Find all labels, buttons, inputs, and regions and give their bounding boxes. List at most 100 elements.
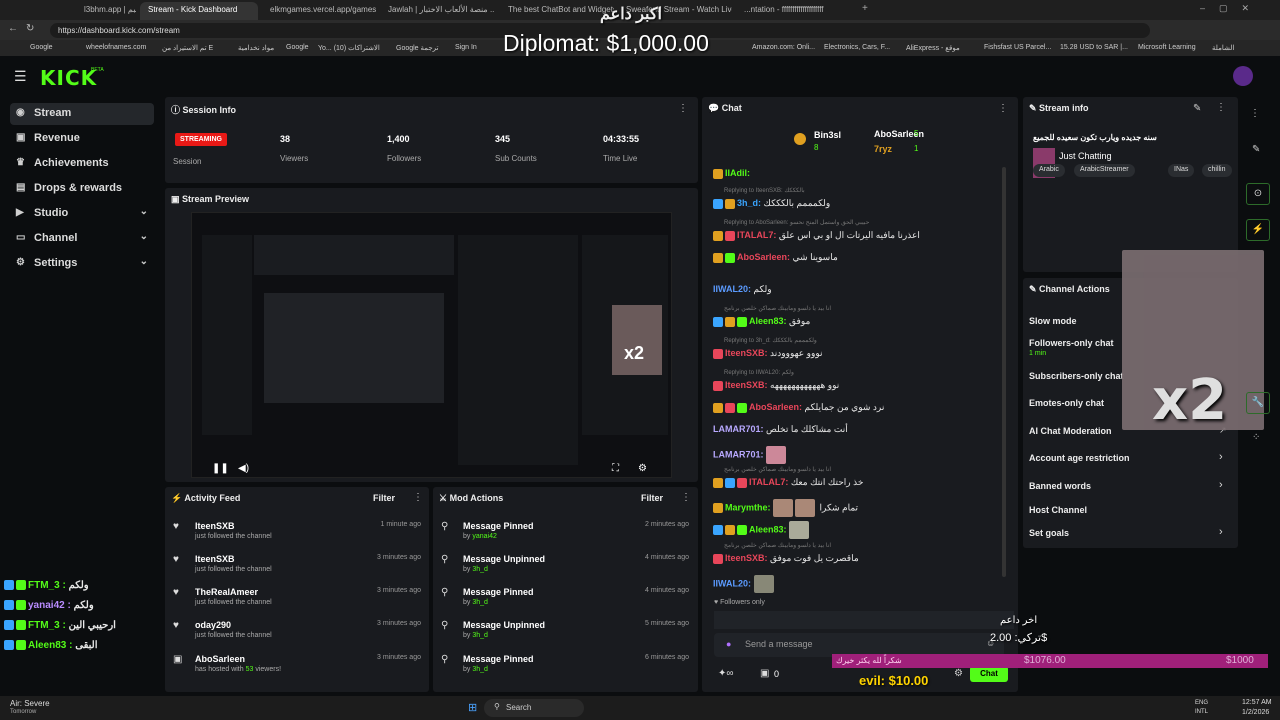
stream-tag[interactable]: INas bbox=[1168, 164, 1195, 177]
stream-tag[interactable]: chillin bbox=[1202, 164, 1232, 177]
browser-tab[interactable]: The best ChatBot and Widgets ... bbox=[500, 2, 614, 20]
sidebar-item-studio[interactable]: ▶ Studio ⌄ bbox=[10, 203, 154, 225]
bookmark[interactable]: مواد نخدامية bbox=[238, 44, 274, 52]
chat-message: IteenSXB: نووو عهووودند bbox=[713, 348, 822, 359]
bookmark[interactable]: تم الاستيراد من E bbox=[162, 44, 213, 52]
bookmark[interactable]: AliExpress - موقع bbox=[906, 44, 960, 52]
host-channel-item[interactable]: Host Channel bbox=[1029, 505, 1087, 515]
stream-tag[interactable]: Arabic bbox=[1033, 164, 1065, 177]
set-goals-item[interactable]: Set goals bbox=[1029, 528, 1069, 538]
sidebar-item-channel[interactable]: ▭ Channel ⌄ bbox=[10, 228, 154, 250]
sidebar-item-revenue[interactable]: ▣ Revenue bbox=[10, 128, 154, 150]
menu-icon[interactable]: ☰ bbox=[14, 68, 27, 85]
weather-label[interactable]: Air: Severe bbox=[10, 699, 50, 708]
slow-mode-item[interactable]: Slow mode bbox=[1029, 316, 1077, 326]
filter-button[interactable]: Filter bbox=[641, 493, 663, 503]
chat-settings-icon[interactable]: ⚙ bbox=[954, 668, 963, 679]
bookmark[interactable]: Electronics, Cars, F... bbox=[824, 44, 890, 51]
overlay-chat-line: Aleen83 : البقى bbox=[4, 640, 98, 651]
windows-icon[interactable]: ⊞ bbox=[468, 701, 477, 714]
bookmark[interactable]: Google bbox=[286, 44, 309, 51]
send-chat-button[interactable]: Chat bbox=[970, 666, 1008, 682]
stream-tag[interactable]: ArabicStreamer bbox=[1074, 164, 1135, 177]
sidebar-item-label: Settings bbox=[34, 257, 78, 269]
ai-moderation-item[interactable]: AI Chat Moderation bbox=[1029, 426, 1112, 436]
more-icon[interactable]: ⋮ bbox=[681, 492, 691, 503]
sub-badge-icon bbox=[713, 553, 723, 564]
pause-icon[interactable]: ❚❚ bbox=[212, 463, 229, 474]
activity-feed-panel: ⚡ Activity Feed Filter ⋮ ♥ IteenSXB just f… bbox=[165, 487, 429, 692]
bookmark[interactable]: Yo... (10) الاشتراكات bbox=[318, 44, 380, 52]
more-icon[interactable]: ⋮ bbox=[998, 103, 1008, 114]
points-icon[interactable]: ✦∞ bbox=[718, 668, 734, 679]
more-icon[interactable]: ⋮ bbox=[678, 103, 688, 114]
list-item: ⚲ Message Pinned by yanai42 2 minutes ago bbox=[441, 521, 689, 540]
sidebar-item-achievements[interactable]: ♛ Achievements bbox=[10, 153, 154, 175]
edit-icon[interactable]: ✎ bbox=[1193, 103, 1201, 114]
sidebar-item-stream[interactable]: ◉ Stream bbox=[10, 103, 154, 125]
wrench-icon[interactable]: 🔧 bbox=[1246, 392, 1270, 414]
bookmark[interactable]: Fishsfast US Parcel... bbox=[984, 44, 1051, 51]
gift-icon[interactable]: ▣ bbox=[760, 668, 769, 679]
new-tab-icon[interactable]: + bbox=[862, 3, 868, 14]
sidebar-item-settings[interactable]: ⚙ Settings ⌄ bbox=[10, 253, 154, 275]
more-icon[interactable]: ⋮ bbox=[413, 492, 423, 503]
bookmark[interactable]: 15.28 USD to SAR |... bbox=[1060, 44, 1128, 51]
bookmark[interactable]: Google bbox=[30, 44, 53, 51]
settings-icon[interactable]: ⚙ bbox=[638, 463, 647, 474]
bookmark[interactable]: Sign In bbox=[455, 44, 477, 51]
lang-label[interactable]: ENG bbox=[1195, 700, 1208, 706]
browser-tab[interactable]: elkmgames.vercel.app/games/wh... bbox=[262, 2, 376, 20]
browser-tab[interactable]: Jawlah | منصة الألعاب الاختبار ... bbox=[380, 2, 494, 20]
kick-logo[interactable]: KICK bbox=[40, 66, 97, 90]
more-icon[interactable]: ⋮ bbox=[1216, 102, 1226, 113]
gift-badge-icon bbox=[16, 580, 26, 591]
avatar[interactable] bbox=[1233, 66, 1253, 86]
emotes-only-item[interactable]: Emotes-only chat bbox=[1029, 398, 1104, 408]
chevron-right-icon[interactable]: › bbox=[1219, 526, 1223, 538]
browser-tab[interactable]: ...ntation - ffffffffffffffffffff bbox=[736, 2, 850, 20]
back-icon[interactable]: ← bbox=[8, 23, 18, 34]
mic-icon[interactable]: ● bbox=[726, 639, 731, 649]
stream-video[interactable]: x2 ❚❚ ◀) ⛶ ⚙ bbox=[191, 212, 672, 478]
reload-icon[interactable]: ↻ bbox=[26, 23, 34, 34]
bookmark[interactable]: wheelofnames.com bbox=[86, 44, 146, 51]
bookmark[interactable]: Microsoft Learning bbox=[1138, 44, 1196, 51]
window-controls-icon[interactable]: –▢✕ bbox=[1200, 3, 1263, 14]
list-item: ⚲ Message Unpinned by 3h_d 5 minutes ago bbox=[441, 620, 689, 639]
browser-tab-active[interactable]: Stream - Kick Dashboard bbox=[140, 2, 258, 20]
top-gifter-name[interactable]: Bin3sl bbox=[814, 130, 841, 140]
chat-message: IIWAL20: bbox=[713, 575, 776, 593]
chat-message: AboSarleen: نرد شوي من جمايلكم bbox=[713, 402, 884, 413]
emote-bar[interactable] bbox=[714, 611, 1014, 629]
chevron-right-icon[interactable]: › bbox=[1219, 479, 1223, 491]
sidebar-item-drops[interactable]: ▤ Drops & rewards bbox=[10, 178, 154, 200]
tool-button[interactable]: ⊙ bbox=[1246, 183, 1270, 205]
chevron-right-icon[interactable]: › bbox=[1219, 451, 1223, 463]
pencil-icon[interactable]: ✎ bbox=[1252, 144, 1260, 155]
chat-scrollbar[interactable] bbox=[1002, 167, 1006, 577]
list-item: ♥ IteenSXB just followed the channel 3 minu… bbox=[173, 554, 421, 573]
mod-badge-icon bbox=[713, 316, 723, 327]
fullscreen-icon[interactable]: ⛶ bbox=[612, 463, 619, 474]
banned-words-item[interactable]: Banned words bbox=[1029, 481, 1091, 491]
dots-icon[interactable]: ⁘ bbox=[1252, 432, 1260, 443]
volume-icon[interactable]: ◀) bbox=[238, 463, 249, 474]
clock-time[interactable]: 12:57 AM bbox=[1242, 699, 1272, 706]
browser-tab[interactable]: l3bhm.app | البيبم bbox=[76, 2, 136, 20]
category-name[interactable]: Just Chatting bbox=[1059, 151, 1112, 161]
filter-button[interactable]: Filter bbox=[373, 493, 395, 503]
account-age-item[interactable]: Account age restriction bbox=[1029, 453, 1130, 463]
stream-info-title: ✎ Stream info bbox=[1029, 103, 1089, 113]
list-item: ♥ IteenSXB just followed the channel 1 minu… bbox=[173, 521, 421, 540]
lightning-icon[interactable]: ⚡ bbox=[1246, 219, 1270, 241]
bookmark[interactable]: Google ترجمة bbox=[396, 44, 438, 52]
bookmark[interactable]: الشاملة bbox=[1212, 44, 1234, 52]
more-icon[interactable]: ⋮ bbox=[1250, 108, 1260, 119]
chat-input[interactable]: Send a message bbox=[745, 639, 813, 649]
subscribers-only-item[interactable]: Subscribers-only chat bbox=[1029, 371, 1124, 381]
bookmark[interactable]: Amazon.com: Onli... bbox=[752, 44, 815, 51]
top-gifter-name[interactable]: 7ryz bbox=[874, 144, 892, 154]
followers-only-item[interactable]: Followers-only chat bbox=[1029, 338, 1114, 348]
emote-icon bbox=[766, 446, 787, 464]
